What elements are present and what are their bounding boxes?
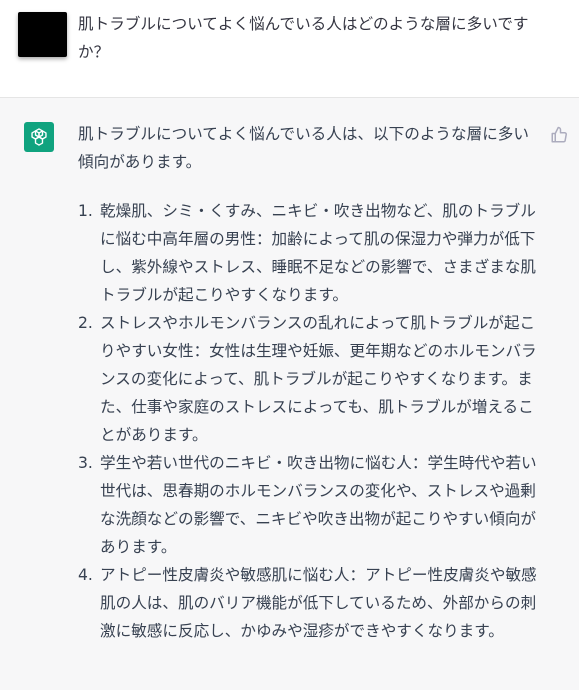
- user-message-row: 肌トラブルについてよく悩んでいる人はどのような層に多いですか？: [0, 0, 579, 98]
- list-item-number: 3.: [78, 454, 93, 472]
- user-avatar: [18, 12, 67, 57]
- assistant-message-row: 肌トラブルについてよく悩んでいる人は、以下のような層に多い傾向があります。 1.…: [0, 98, 579, 690]
- list-item: 4. アトピー性皮膚炎や敏感肌に悩む人：アトピー性皮膚炎や敏感肌の人は、肌のバリ…: [78, 561, 538, 645]
- list-item-text: アトピー性皮膚炎や敏感肌に悩む人：アトピー性皮膚炎や敏感肌の人は、肌のバリア機能…: [100, 566, 537, 640]
- assistant-intro-text: 肌トラブルについてよく悩んでいる人は、以下のような層に多い傾向があります。: [78, 125, 529, 171]
- list-item-number: 4.: [78, 566, 93, 584]
- openai-logo-icon: [24, 122, 54, 152]
- thumbs-up-icon[interactable]: [550, 126, 568, 144]
- user-message-text: 肌トラブルについてよく悩んでいる人はどのような層に多いですか？: [78, 15, 529, 61]
- list-item-text: 乾燥肌、シミ・くすみ、ニキビ・吹き出物など、肌のトラブルに悩む中高年層の男性：加…: [100, 202, 537, 304]
- list-item: 1. 乾燥肌、シミ・くすみ、ニキビ・吹き出物など、肌のトラブルに悩む中高年層の男…: [78, 197, 538, 309]
- answer-list: 1. 乾燥肌、シミ・くすみ、ニキビ・吹き出物など、肌のトラブルに悩む中高年層の男…: [78, 197, 548, 645]
- list-item-number: 1.: [78, 202, 93, 220]
- list-item: 3. 学生や若い世代のニキビ・吹き出物に悩む人：学生時代や若い世代は、思春期のホ…: [78, 449, 538, 561]
- list-item-text: 学生や若い世代のニキビ・吹き出物に悩む人：学生時代や若い世代は、思春期のホルモン…: [100, 454, 537, 556]
- list-item-number: 2.: [78, 314, 93, 332]
- list-item-text: ストレスやホルモンバランスの乱れによって肌トラブルが起こりやすい女性：女性は生理…: [100, 314, 537, 444]
- list-item: 2. ストレスやホルモンバランスの乱れによって肌トラブルが起こりやすい女性：女性…: [78, 309, 538, 449]
